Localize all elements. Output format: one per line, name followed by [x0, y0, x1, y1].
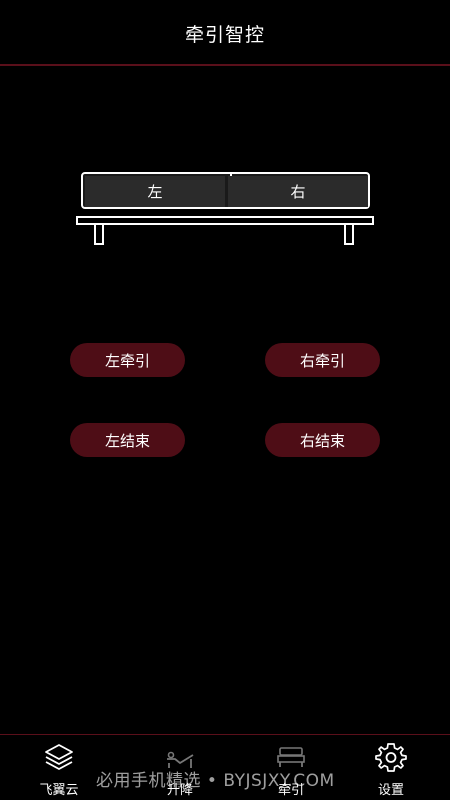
bed-left-zone[interactable]: 左: [85, 176, 225, 207]
tab-feiyiyun[interactable]: 飞翼云: [14, 741, 104, 799]
bed-mattress: 左 右: [81, 172, 370, 209]
header-bar: 牵引智控: [0, 0, 450, 66]
tab-settings[interactable]: 设置: [346, 741, 436, 799]
bed-leg-left: [94, 224, 104, 245]
bed-diagram: 左 右: [76, 172, 374, 246]
watermark-text: 必用手机精选 • BYJSJXY.COM: [96, 771, 335, 791]
layers-icon: [45, 744, 73, 770]
right-traction-button[interactable]: 右牵引: [265, 343, 380, 377]
bed-leg-right: [344, 224, 354, 245]
left-traction-button[interactable]: 左牵引: [70, 343, 185, 377]
gear-icon: [375, 743, 407, 772]
bed-frame: [76, 216, 374, 225]
tab-label-feiyiyun: 飞翼云: [39, 783, 79, 798]
page-title: 牵引智控: [184, 24, 265, 46]
left-end-button[interactable]: 左结束: [70, 423, 185, 457]
right-end-button[interactable]: 右结束: [265, 423, 380, 457]
bed-right-zone[interactable]: 右: [228, 176, 368, 207]
tab-label-settings: 设置: [377, 783, 404, 798]
header-divider: [0, 64, 450, 66]
